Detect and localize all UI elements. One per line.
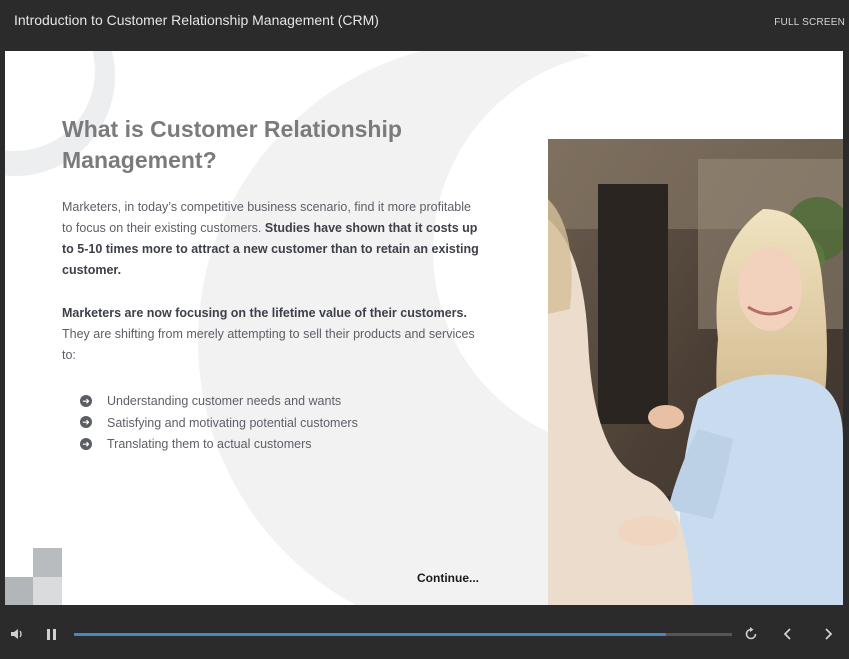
list-item: ➜ Translating them to actual customers [80,434,358,456]
focus-paragraph: Marketers are now focusing on the lifeti… [62,303,482,366]
decor-square [33,577,62,605]
volume-icon[interactable] [10,627,24,646]
decor-square [5,577,34,605]
focus-bold-text: Marketers are now focusing on the lifeti… [62,306,467,320]
bullet-list: ➜ Understanding customer needs and wants … [80,391,358,456]
course-title: Introduction to Customer Relationship Ma… [14,12,379,28]
arrow-circle-icon: ➜ [80,416,92,429]
pause-bar [47,629,50,640]
pause-icon[interactable] [47,629,57,640]
fullscreen-button[interactable]: FULL SCREEN [774,17,845,28]
continue-button[interactable]: Continue... [417,571,479,585]
list-item: ➜ Understanding customer needs and wants [80,391,358,413]
chevron-right-icon[interactable] [822,627,834,646]
arrow-circle-icon: ➜ [80,437,92,450]
list-item-text: Translating them to actual customers [107,437,312,451]
intro-paragraph: Marketers, in today’s competitive busine… [62,197,482,281]
replay-icon[interactable] [744,627,758,646]
list-item: ➜ Satisfying and motivating potential cus… [80,413,358,435]
list-item-text: Understanding customer needs and wants [107,394,342,408]
progress-bar[interactable] [74,633,732,636]
top-bar: Introduction to Customer Relationship Ma… [0,0,849,50]
decor-square [33,548,62,577]
player-controls [0,608,849,659]
arrow-circle-icon: ➜ [80,394,92,407]
businesswoman-handshake-photo [548,139,843,605]
slide-canvas: What is Customer Relationship Management… [5,51,843,605]
list-item-text: Satisfying and motivating potential cust… [107,415,358,430]
progress-fill [74,633,667,636]
slide-heading: What is Customer Relationship Management… [62,116,402,173]
pause-bar [53,629,56,640]
focus-text: They are shifting from merely attempting… [62,327,475,362]
chevron-left-icon[interactable] [782,627,794,646]
